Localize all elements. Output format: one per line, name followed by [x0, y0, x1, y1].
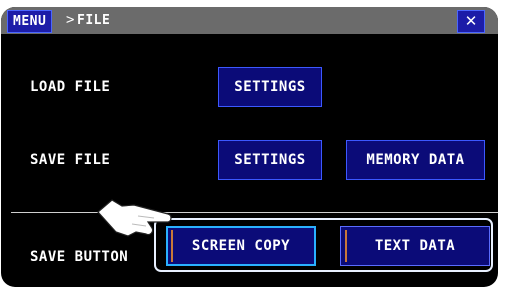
breadcrumb-separator: >: [66, 12, 75, 28]
section-divider: [11, 212, 498, 213]
save-file-label: SAVE FILE: [30, 152, 111, 168]
load-file-label: LOAD FILE: [30, 79, 111, 95]
breadcrumb-file: FILE: [77, 13, 111, 28]
memory-data-button[interactable]: MEMORY DATA: [346, 140, 485, 180]
screen-copy-option[interactable]: SCREEN COPY: [166, 226, 316, 266]
menu-button[interactable]: MENU: [7, 10, 53, 33]
save-file-settings-button[interactable]: SETTINGS: [218, 140, 322, 180]
pointing-hand-icon: [97, 199, 172, 237]
text-data-option[interactable]: TEXT DATA: [340, 226, 490, 266]
close-button[interactable]: ✕: [457, 10, 485, 33]
load-file-settings-button[interactable]: SETTINGS: [218, 67, 322, 107]
save-button-label: SAVE BUTTON: [30, 249, 129, 265]
close-icon: ✕: [464, 12, 478, 30]
title-bar: MENU > FILE ✕: [1, 7, 498, 34]
